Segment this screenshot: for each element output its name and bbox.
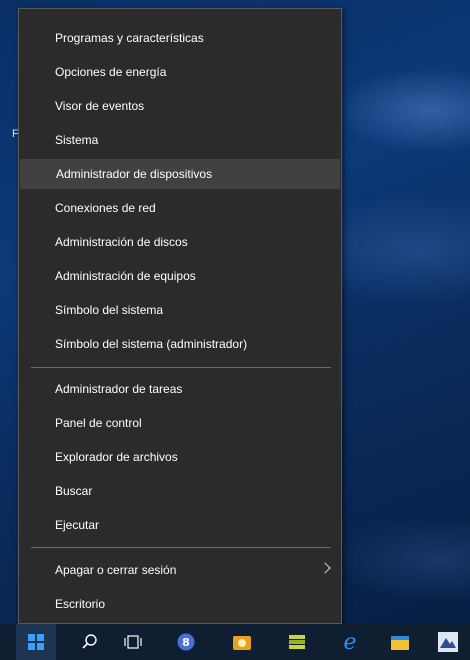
photo-icon — [233, 636, 251, 650]
svg-text:e: e — [343, 632, 356, 652]
menu-item-desktop[interactable]: Escritorio — [19, 589, 341, 619]
taskbar-app-2[interactable] — [222, 624, 262, 660]
menu-item-device-manager[interactable]: Administrador de dispositivos — [20, 159, 340, 189]
menu-item-event-viewer[interactable]: Visor de eventos — [19, 91, 341, 121]
menu-item-computer-management[interactable]: Administración de equipos — [19, 261, 341, 291]
menu-item-task-manager[interactable]: Administrador de tareas — [19, 374, 341, 404]
mountain-app-icon — [438, 632, 458, 652]
taskbar-edge[interactable]: e — [330, 624, 370, 660]
taskbar-app-3[interactable] — [277, 624, 317, 660]
menu-item-system[interactable]: Sistema — [19, 125, 341, 155]
menu-separator — [31, 547, 331, 548]
task-view-button[interactable] — [113, 624, 153, 660]
winx-context-menu: Programas y características Opciones de … — [18, 8, 342, 624]
start-button[interactable] — [16, 624, 56, 660]
search-icon — [82, 634, 97, 649]
task-view-icon — [124, 635, 142, 649]
menu-item-shutdown-label: Apagar o cerrar sesión — [55, 563, 177, 577]
menu-item-command-prompt[interactable]: Símbolo del sistema — [19, 295, 341, 325]
menu-item-file-explorer[interactable]: Explorador de archivos — [19, 442, 341, 472]
taskbar-file-explorer[interactable] — [380, 624, 420, 660]
search-button[interactable] — [70, 624, 110, 660]
taskbar: 8 e — [0, 624, 470, 660]
menu-item-command-prompt-admin[interactable]: Símbolo del sistema (administrador) — [19, 329, 341, 359]
menu-item-search[interactable]: Buscar — [19, 476, 341, 506]
menu-item-control-panel[interactable]: Panel de control — [19, 408, 341, 438]
svg-text:8: 8 — [182, 636, 190, 649]
menu-item-programs[interactable]: Programas y características — [19, 23, 341, 53]
app-icon: 8 — [177, 633, 195, 651]
windows-start-icon — [28, 634, 44, 650]
edge-icon: e — [343, 632, 356, 652]
chevron-right-icon — [319, 562, 331, 574]
taskbar-app-1[interactable]: 8 — [166, 624, 206, 660]
menu-separator — [31, 367, 331, 368]
menu-item-run[interactable]: Ejecutar — [19, 510, 341, 540]
archive-icon — [289, 635, 305, 649]
file-explorer-icon — [391, 636, 409, 650]
menu-item-disk-management[interactable]: Administración de discos — [19, 227, 341, 257]
menu-item-network-connections[interactable]: Conexiones de red — [19, 193, 341, 223]
taskbar-app-4[interactable] — [428, 624, 468, 660]
menu-item-power-options[interactable]: Opciones de energía — [19, 57, 341, 87]
menu-item-shutdown[interactable]: Apagar o cerrar sesión — [19, 555, 341, 585]
